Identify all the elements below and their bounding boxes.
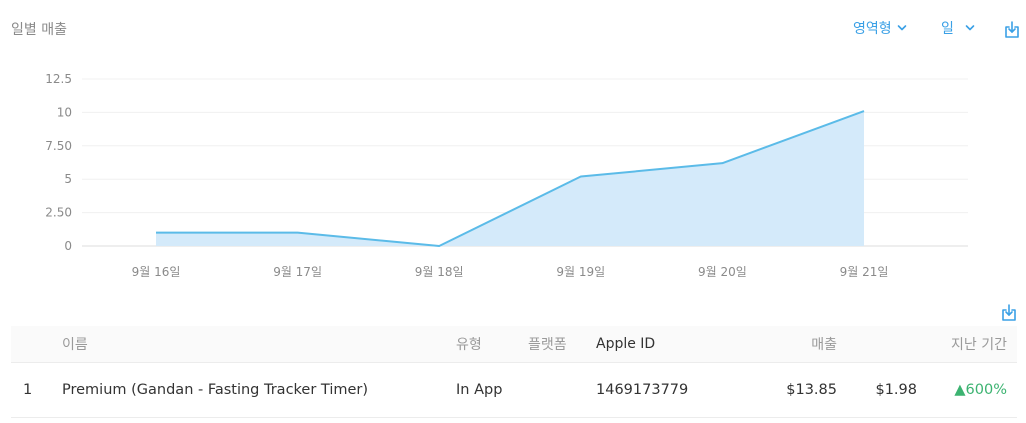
header-type[interactable]: 유형 (456, 334, 482, 354)
chart-type-label: 영역형 (853, 21, 892, 37)
x-tick-label: 9월 21일 (840, 265, 889, 279)
download-table-button[interactable] (1001, 304, 1017, 322)
row-last-period-value: $1.98 (875, 382, 917, 398)
x-tick-label: 9월 16일 (132, 265, 181, 279)
period-dropdown[interactable]: 일 (941, 18, 975, 38)
header-name[interactable]: 이름 (62, 334, 88, 354)
row-change: ▲600% (954, 382, 1007, 398)
chart-type-dropdown[interactable]: 영역형 (853, 18, 907, 38)
header-platform[interactable]: 플랫폼 (528, 334, 567, 354)
row-rank: 1 (23, 382, 33, 398)
row-revenue: $13.85 (786, 382, 837, 398)
chevron-down-icon (965, 25, 975, 31)
daily-revenue-chart: 0 2.50 5 7.50 10 12.5 9월 16일 9월 17일 9월 18일 9월 19… (45, 72, 968, 279)
row-apple-id: 1469173779 (596, 382, 689, 398)
chart-title: 일별 매출 (11, 22, 67, 38)
table-header-row: 이름 유형 플랫폼 Apple ID 매출 지난 기간 (11, 326, 1017, 363)
y-tick-label: 12.5 (45, 72, 72, 86)
x-tick-label: 9월 19일 (556, 265, 605, 279)
y-tick-label: 0 (64, 239, 72, 253)
chevron-down-icon (897, 25, 906, 31)
x-axis-ticks: 9월 16일 9월 17일 9월 18일 9월 19일 9월 20일 9월 21일 (132, 265, 889, 279)
y-tick-label: 2.50 (45, 206, 72, 220)
download-icon (1002, 304, 1016, 321)
header-revenue[interactable]: 매출 (811, 334, 837, 354)
x-tick-label: 9월 17일 (273, 265, 322, 279)
y-tick-label: 5 (64, 172, 72, 186)
x-tick-label: 9월 18일 (415, 265, 464, 279)
header-apple-id[interactable]: Apple ID (596, 336, 655, 352)
y-tick-label: 7.50 (45, 139, 72, 153)
table-row[interactable]: 1 Premium (Gandan - Fasting Tracker Time… (11, 363, 1017, 418)
revenue-table: 이름 유형 플랫폼 Apple ID 매출 지난 기간 1 Premium (G… (11, 326, 1017, 418)
y-axis-ticks: 0 2.50 5 7.50 10 12.5 (45, 72, 72, 253)
period-label: 일 (941, 21, 954, 37)
header-last-period[interactable]: 지난 기간 (951, 334, 1007, 354)
revenue-area (156, 111, 864, 246)
row-type: In App (456, 382, 503, 398)
download-icon (1005, 21, 1019, 38)
download-chart-button[interactable] (1004, 21, 1020, 39)
row-name[interactable]: Premium (Gandan - Fasting Tracker Timer) (62, 382, 368, 398)
x-tick-label: 9월 20일 (698, 265, 747, 279)
y-tick-label: 10 (57, 105, 72, 119)
